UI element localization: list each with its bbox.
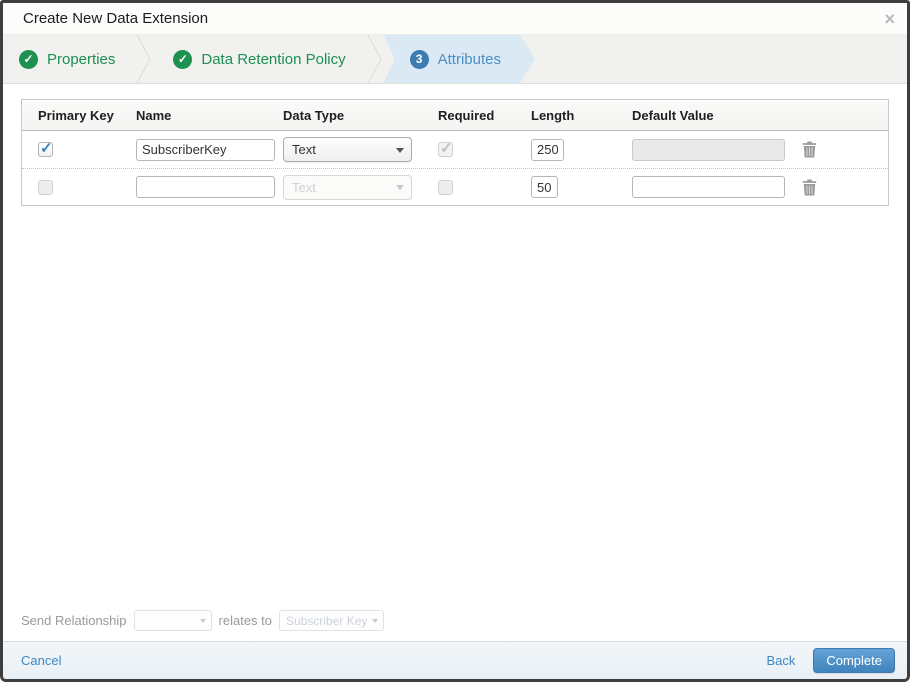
step-number-badge: 3 xyxy=(410,50,429,69)
send-relationship-label: Send Relationship xyxy=(21,613,127,628)
attributes-table-header: Primary Key Name Data Type Required Leng… xyxy=(22,100,888,131)
column-header-default-value: Default Value xyxy=(632,107,714,123)
dialog-footer: Cancel Back Complete xyxy=(3,641,907,679)
relates-to-label: relates to xyxy=(218,613,273,628)
default-value-input xyxy=(632,138,785,161)
step-properties[interactable]: ✓ Properties xyxy=(3,35,131,83)
step-separator-chevron xyxy=(362,35,388,83)
attribute-row: Text xyxy=(22,131,888,168)
column-header-length: Length xyxy=(531,107,575,123)
chevron-down-icon xyxy=(396,147,404,153)
data-type-value: Text xyxy=(292,179,316,195)
step-data-retention-policy[interactable]: ✓ Data Retention Policy xyxy=(157,35,361,83)
default-value-input[interactable] xyxy=(632,176,785,198)
check-icon: ✓ xyxy=(173,49,193,69)
dialog-titlebar: Create New Data Extension × xyxy=(3,3,907,35)
back-link[interactable]: Back xyxy=(766,653,795,668)
primary-key-checkbox[interactable] xyxy=(38,179,53,195)
chevron-down-icon xyxy=(372,618,379,623)
attributes-table: Primary Key Name Data Type Required Leng… xyxy=(21,99,889,206)
length-input[interactable] xyxy=(531,176,558,198)
check-icon: ✓ xyxy=(19,49,38,69)
complete-button[interactable]: Complete xyxy=(813,648,895,673)
trash-icon xyxy=(802,141,817,158)
dialog-title: Create New Data Extension xyxy=(23,10,209,27)
step-label: Data Retention Policy xyxy=(201,50,346,68)
send-relationship-row: Send Relationship relates to Subscriber … xyxy=(21,610,385,631)
delete-row-button[interactable] xyxy=(802,179,817,196)
data-type-select: Text xyxy=(283,174,412,200)
create-data-extension-dialog: Create New Data Extension × ✓ Properties… xyxy=(0,0,910,682)
column-header-primary-key: Primary Key xyxy=(38,107,114,123)
send-relationship-target-value: Subscriber Key xyxy=(286,613,368,628)
cancel-link[interactable]: Cancel xyxy=(21,653,61,668)
step-label: Attributes xyxy=(437,50,501,68)
send-relationship-source-select xyxy=(133,610,212,631)
data-type-select[interactable]: Text xyxy=(283,137,412,162)
chevron-down-icon xyxy=(199,618,206,623)
name-input[interactable] xyxy=(136,138,275,161)
column-header-required: Required xyxy=(438,107,495,123)
required-checkbox xyxy=(438,139,453,157)
column-header-name: Name xyxy=(136,107,172,123)
send-relationship-target-select: Subscriber Key xyxy=(279,610,385,631)
chevron-down-icon xyxy=(396,185,404,190)
step-label: Properties xyxy=(47,50,116,68)
wizard-steps: ✓ Properties ✓ Data Retention Policy 3 A… xyxy=(3,35,907,84)
close-icon[interactable]: × xyxy=(884,10,895,28)
required-checkbox[interactable] xyxy=(438,179,453,195)
step-attributes[interactable]: 3 Attributes xyxy=(384,35,535,83)
dialog-content: Primary Key Name Data Type Required Leng… xyxy=(3,84,907,641)
primary-key-checkbox[interactable] xyxy=(38,139,53,157)
column-header-data-type: Data Type xyxy=(283,107,345,123)
data-type-value: Text xyxy=(292,142,316,157)
footer-actions: Back Complete xyxy=(766,648,895,673)
delete-row-button[interactable] xyxy=(802,141,817,158)
attribute-row: Text xyxy=(22,168,888,205)
name-input[interactable] xyxy=(136,176,275,198)
length-input[interactable] xyxy=(531,138,564,161)
trash-icon xyxy=(802,179,817,195)
step-separator-chevron xyxy=(131,35,157,83)
